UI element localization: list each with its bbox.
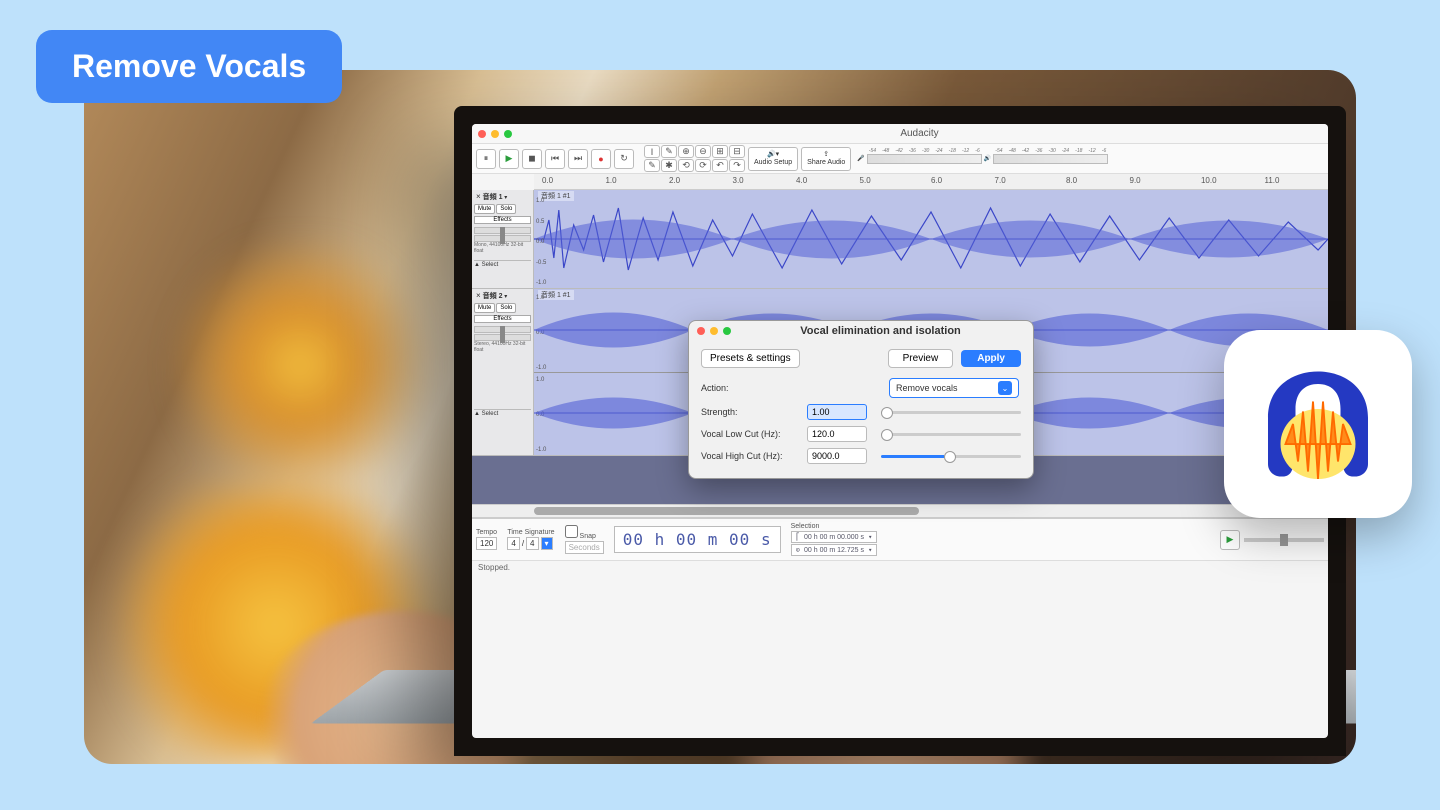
track-info: Stereo, 44100Hz 32-bit float	[474, 342, 531, 353]
pan-slider[interactable]	[474, 235, 531, 242]
action-select[interactable]: Remove vocals⌄	[889, 378, 1019, 398]
chevron-down-icon: ⌄	[998, 381, 1012, 395]
track-2-panel[interactable]: × 音頻 2 ▾ MuteSolo Effects Stereo, 44100H…	[472, 289, 534, 455]
mute-button[interactable]: Mute	[474, 303, 495, 313]
high-cut-slider[interactable]	[881, 455, 1021, 458]
selection-end[interactable]: ⊙ 00 h 00 m 12.725 s ▾	[791, 544, 878, 556]
speed-slider[interactable]	[1244, 538, 1324, 542]
mic-icon: 🎤	[857, 155, 864, 162]
loop-button[interactable]: ↻	[614, 149, 634, 169]
record-button[interactable]: ●	[591, 149, 611, 169]
status-bar: Stopped.	[472, 560, 1328, 574]
draw-tool-icon[interactable]: ✎	[644, 159, 660, 172]
fit-project-icon[interactable]: ⊟	[729, 145, 745, 158]
track-close-icon[interactable]: ×	[474, 291, 483, 300]
select-label[interactable]: ▲ Select	[474, 260, 531, 268]
silence-icon[interactable]: ⟳	[695, 159, 711, 172]
laptop: Audacity ⏸ ▶ ◼ ⏮ ⏭ ● ↻ I ✎ ⊕ ⊖ ⊞ ⊟ ✎	[454, 106, 1346, 756]
selection-start[interactable]: ⎡ 00 h 00 m 00.000 s ▾	[791, 531, 878, 543]
select-label[interactable]: ▲ Select	[474, 409, 531, 417]
bottom-toolbar: Tempo120 Time Signature4/4▾ SnapSeconds …	[472, 518, 1328, 560]
track-1: × 音頻 1 ▾ MuteSolo Effects Mono, 44100Hz …	[472, 190, 1328, 289]
envelope-tool-icon[interactable]: ✎	[661, 145, 677, 158]
effects-button[interactable]: Effects	[474, 315, 531, 323]
snap-unit[interactable]: Seconds	[565, 541, 604, 554]
fit-selection-icon[interactable]: ⊞	[712, 145, 728, 158]
pause-button[interactable]: ⏸	[476, 149, 496, 169]
presets-button[interactable]: Presets & settings	[701, 349, 800, 368]
low-cut-input[interactable]	[807, 426, 867, 442]
trim-icon[interactable]: ⟲	[678, 159, 694, 172]
window-title: Audacity	[517, 128, 1322, 139]
low-cut-label: Vocal Low Cut (Hz):	[701, 429, 801, 439]
audacity-window: Audacity ⏸ ▶ ◼ ⏮ ⏭ ● ↻ I ✎ ⊕ ⊖ ⊞ ⊟ ✎	[472, 124, 1328, 738]
effects-button[interactable]: Effects	[474, 216, 531, 224]
high-cut-input[interactable]	[807, 448, 867, 464]
window-zoom-icon[interactable]	[504, 130, 512, 138]
main-toolbar: ⏸ ▶ ◼ ⏮ ⏭ ● ↻ I ✎ ⊕ ⊖ ⊞ ⊟ ✎ ✱ ⟲ ⟳	[472, 144, 1328, 174]
apply-button[interactable]: Apply	[961, 350, 1021, 367]
solo-button[interactable]: Solo	[496, 204, 516, 214]
low-cut-slider[interactable]	[881, 433, 1021, 436]
audacity-logo	[1224, 330, 1412, 518]
vocal-removal-dialog: Vocal elimination and isolation Presets …	[688, 320, 1034, 479]
speaker-icon: 🔊	[984, 155, 991, 162]
preview-button[interactable]: Preview	[888, 349, 954, 368]
share-audio-button[interactable]: ⇪Share Audio	[801, 147, 851, 171]
track-close-icon[interactable]: ×	[474, 192, 483, 201]
pan-slider[interactable]	[474, 334, 531, 341]
record-meter[interactable]: -54-48-42-36-30-24-18-12-6	[867, 154, 982, 164]
gain-slider[interactable]	[474, 227, 531, 234]
time-display[interactable]: 00 h 00 m 00 s	[614, 526, 781, 553]
gain-slider[interactable]	[474, 326, 531, 333]
dialog-zoom-icon[interactable]	[723, 327, 731, 335]
track-1-waveform[interactable]: 音頻 1 #1 1.00.50.0-0.5-1.0	[534, 190, 1328, 288]
selection-tool-icon[interactable]: I	[644, 145, 660, 158]
tempo-input[interactable]: 120	[476, 537, 497, 550]
horizontal-scrollbar[interactable]	[472, 504, 1328, 518]
zoom-out-icon[interactable]: ⊖	[695, 145, 711, 158]
play-at-speed-button[interactable]: ▶	[1220, 530, 1240, 550]
multi-tool-icon[interactable]: ✱	[661, 159, 677, 172]
high-cut-label: Vocal High Cut (Hz):	[701, 451, 801, 461]
audio-setup-button[interactable]: 🔊▾Audio Setup	[748, 147, 798, 171]
strength-label: Strength:	[701, 407, 801, 417]
skip-end-button[interactable]: ⏭	[568, 149, 588, 169]
photo-frame: Audacity ⏸ ▶ ◼ ⏮ ⏭ ● ↻ I ✎ ⊕ ⊖ ⊞ ⊟ ✎	[84, 70, 1356, 764]
timesig-num[interactable]: 4	[507, 537, 519, 550]
dialog-title: Vocal elimination and isolation	[736, 325, 1025, 337]
action-label: Action:	[701, 383, 801, 393]
dialog-close-icon[interactable]	[697, 327, 705, 335]
strength-input[interactable]	[807, 404, 867, 420]
timesig-menu-icon[interactable]: ▾	[541, 537, 553, 550]
title-badge: Remove Vocals	[36, 30, 342, 103]
skip-start-button[interactable]: ⏮	[545, 149, 565, 169]
stop-button[interactable]: ◼	[522, 149, 542, 169]
track-1-panel[interactable]: × 音頻 1 ▾ MuteSolo Effects Mono, 44100Hz …	[472, 190, 534, 288]
zoom-in-icon[interactable]: ⊕	[678, 145, 694, 158]
playback-meter[interactable]: -54-48-42-36-30-24-18-12-6	[993, 154, 1108, 164]
timesig-den[interactable]: 4	[526, 537, 538, 550]
mute-button[interactable]: Mute	[474, 204, 495, 214]
solo-button[interactable]: Solo	[496, 303, 516, 313]
window-minimize-icon[interactable]	[491, 130, 499, 138]
track-info: Mono, 44100Hz 32-bit float	[474, 243, 531, 254]
window-close-icon[interactable]	[478, 130, 486, 138]
time-ruler[interactable]: 0.01.02.03.04.05.06.07.08.09.010.011.0	[534, 174, 1328, 190]
snap-checkbox[interactable]	[565, 525, 578, 538]
undo-icon[interactable]: ↶	[712, 159, 728, 172]
play-button[interactable]: ▶	[499, 149, 519, 169]
strength-slider[interactable]	[881, 411, 1021, 414]
dialog-minimize-icon[interactable]	[710, 327, 718, 335]
redo-icon[interactable]: ↷	[729, 159, 745, 172]
